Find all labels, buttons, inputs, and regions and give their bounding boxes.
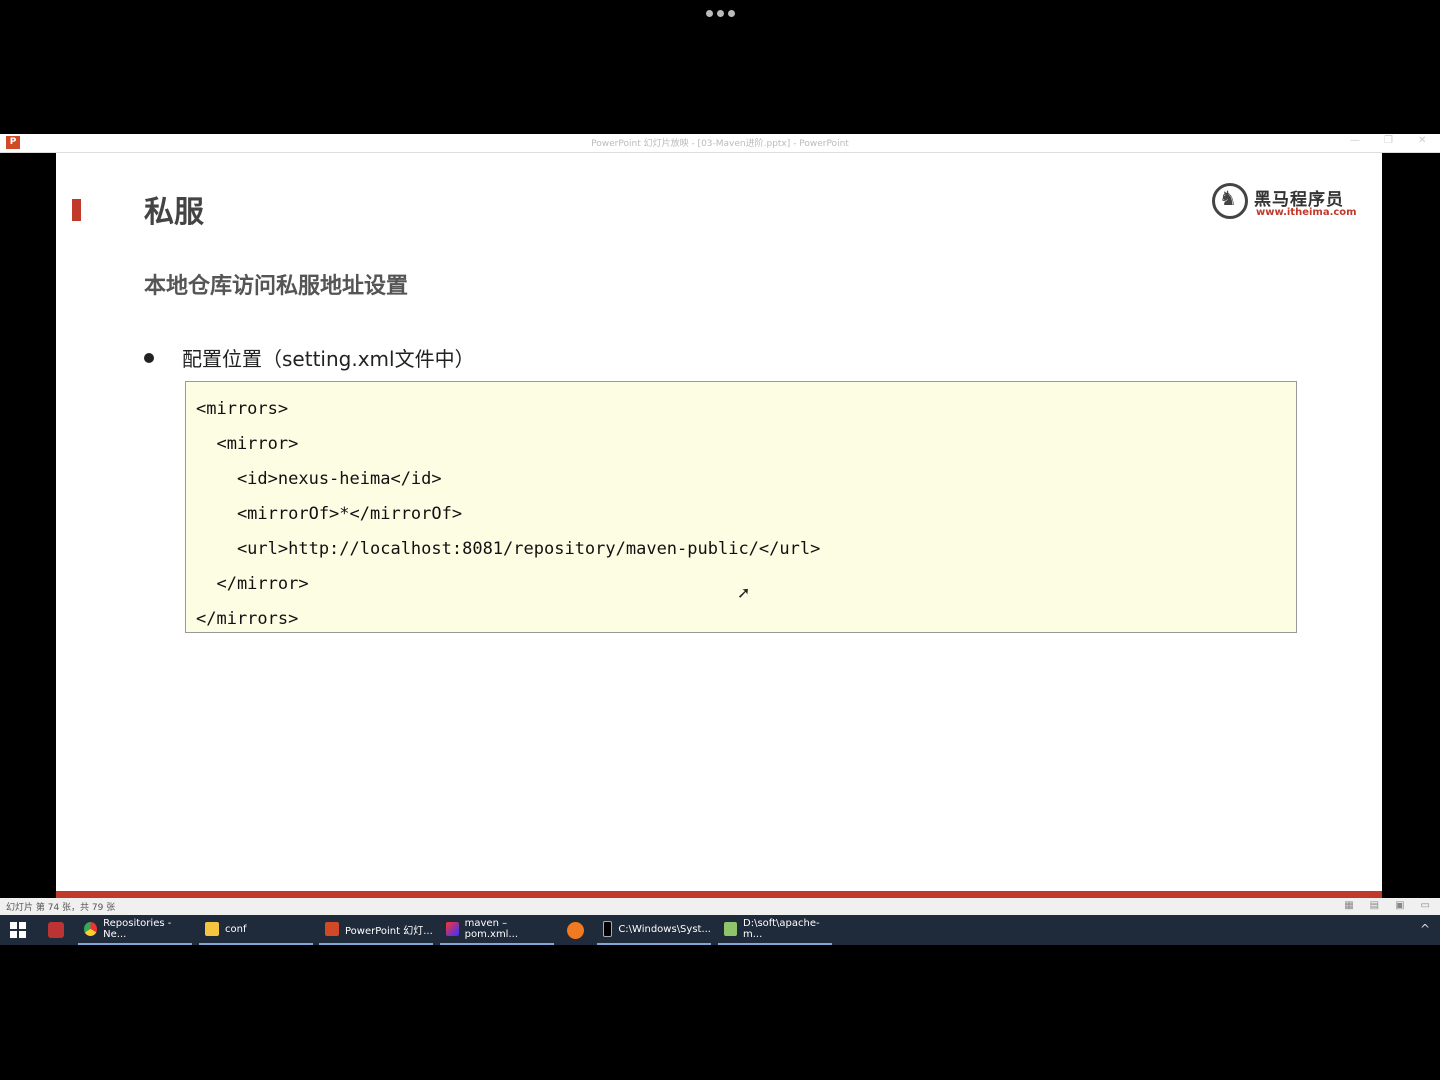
windows-start-icon[interactable] [10,922,26,938]
taskbar-item-label: Repositories - Ne... [103,918,172,940]
slide-subtitle: 本地仓库访问私服地址设置 [144,274,409,299]
powerpoint-icon [325,922,339,936]
code-line: <url>http://localhost:8081/repository/ma… [196,539,821,559]
logo-url: www.itheima.com [1256,207,1357,218]
taskbar-item-label: maven – pom.xml... [464,918,518,940]
bullet-item: 配置位置（setting.xml文件中） [144,343,475,372]
slideshow-icon[interactable]: ▭ [1421,900,1430,911]
code-line: <mirrorOf>*</mirrorOf> [196,504,463,524]
slide-footer-bar [56,891,1382,898]
slide: 私服 ♞ 黑马程序员 www.itheima.com 本地仓库访问私服地址设置 … [56,153,1382,893]
code-line: <mirror> [196,434,299,454]
slide-title: 私服 [144,195,204,230]
taskbar-item-powerpoint[interactable]: PowerPoint 幻灯... [319,915,433,945]
taskbar: Repositories - Ne... conf PowerPoint 幻灯.… [0,915,1440,945]
app-icon[interactable] [48,922,64,938]
window-title: PowerPoint 幻灯片放映 - [03-Maven进阶.pptx] - P… [591,139,849,149]
taskbar-item-notepad[interactable]: D:\soft\apache-m... [718,915,832,945]
taskbar-item-label: D:\soft\apache-m... [743,918,820,940]
taskbar-item-label: C:\Windows\Syst... [618,923,711,935]
intellij-icon [446,922,459,936]
slide-sorter-icon[interactable]: ▤ [1370,900,1379,911]
code-line: <id>nexus-heima</id> [196,469,442,489]
close-button[interactable]: ✕ [1418,135,1426,146]
taskbar-item-label: PowerPoint 幻灯... [345,925,433,937]
sublime-icon[interactable] [567,922,584,939]
mouse-pointer-icon: ➚ [737,583,751,602]
folder-icon [205,922,219,936]
notepad-icon [724,922,737,936]
taskbar-item-cmd[interactable]: C:\Windows\Syst... [597,915,711,945]
bullet-text: 配置位置（setting.xml文件中） [182,347,475,371]
reading-view-icon[interactable]: ▣ [1395,900,1404,911]
taskbar-item-explorer[interactable]: conf [199,915,313,945]
status-bar: 幻灯片 第 74 张，共 79 张 ▦ ▤ ▣ ▭ [0,898,1440,915]
view-controls: ▦ ▤ ▣ ▭ [1344,900,1430,911]
taskbar-item-intellij[interactable]: maven – pom.xml... [440,915,554,945]
taskbar-item-label: conf [225,923,247,935]
taskbar-item-chrome[interactable]: Repositories - Ne... [78,915,192,945]
chrome-icon [84,922,98,936]
minimize-button[interactable]: — [1350,135,1360,146]
window-titlebar: P PowerPoint 幻灯片放映 - [03-Maven进阶.pptx] -… [0,134,1440,153]
title-accent-bar [72,199,81,221]
more-options-icon[interactable] [700,6,740,20]
normal-view-icon[interactable]: ▦ [1344,900,1353,911]
horse-icon: ♞ [1219,186,1237,210]
bullet-icon [144,352,154,363]
chevron-up-icon[interactable]: ^ [1420,922,1430,936]
code-line: <mirrors> [196,399,289,419]
code-line: </mirrors> [196,609,299,629]
slide-counter: 幻灯片 第 74 张，共 79 张 [6,903,116,913]
itheima-logo: ♞ 黑马程序员 www.itheima.com [1212,181,1357,225]
cmd-icon [603,921,613,937]
restore-button[interactable]: ❐ [1384,135,1393,146]
